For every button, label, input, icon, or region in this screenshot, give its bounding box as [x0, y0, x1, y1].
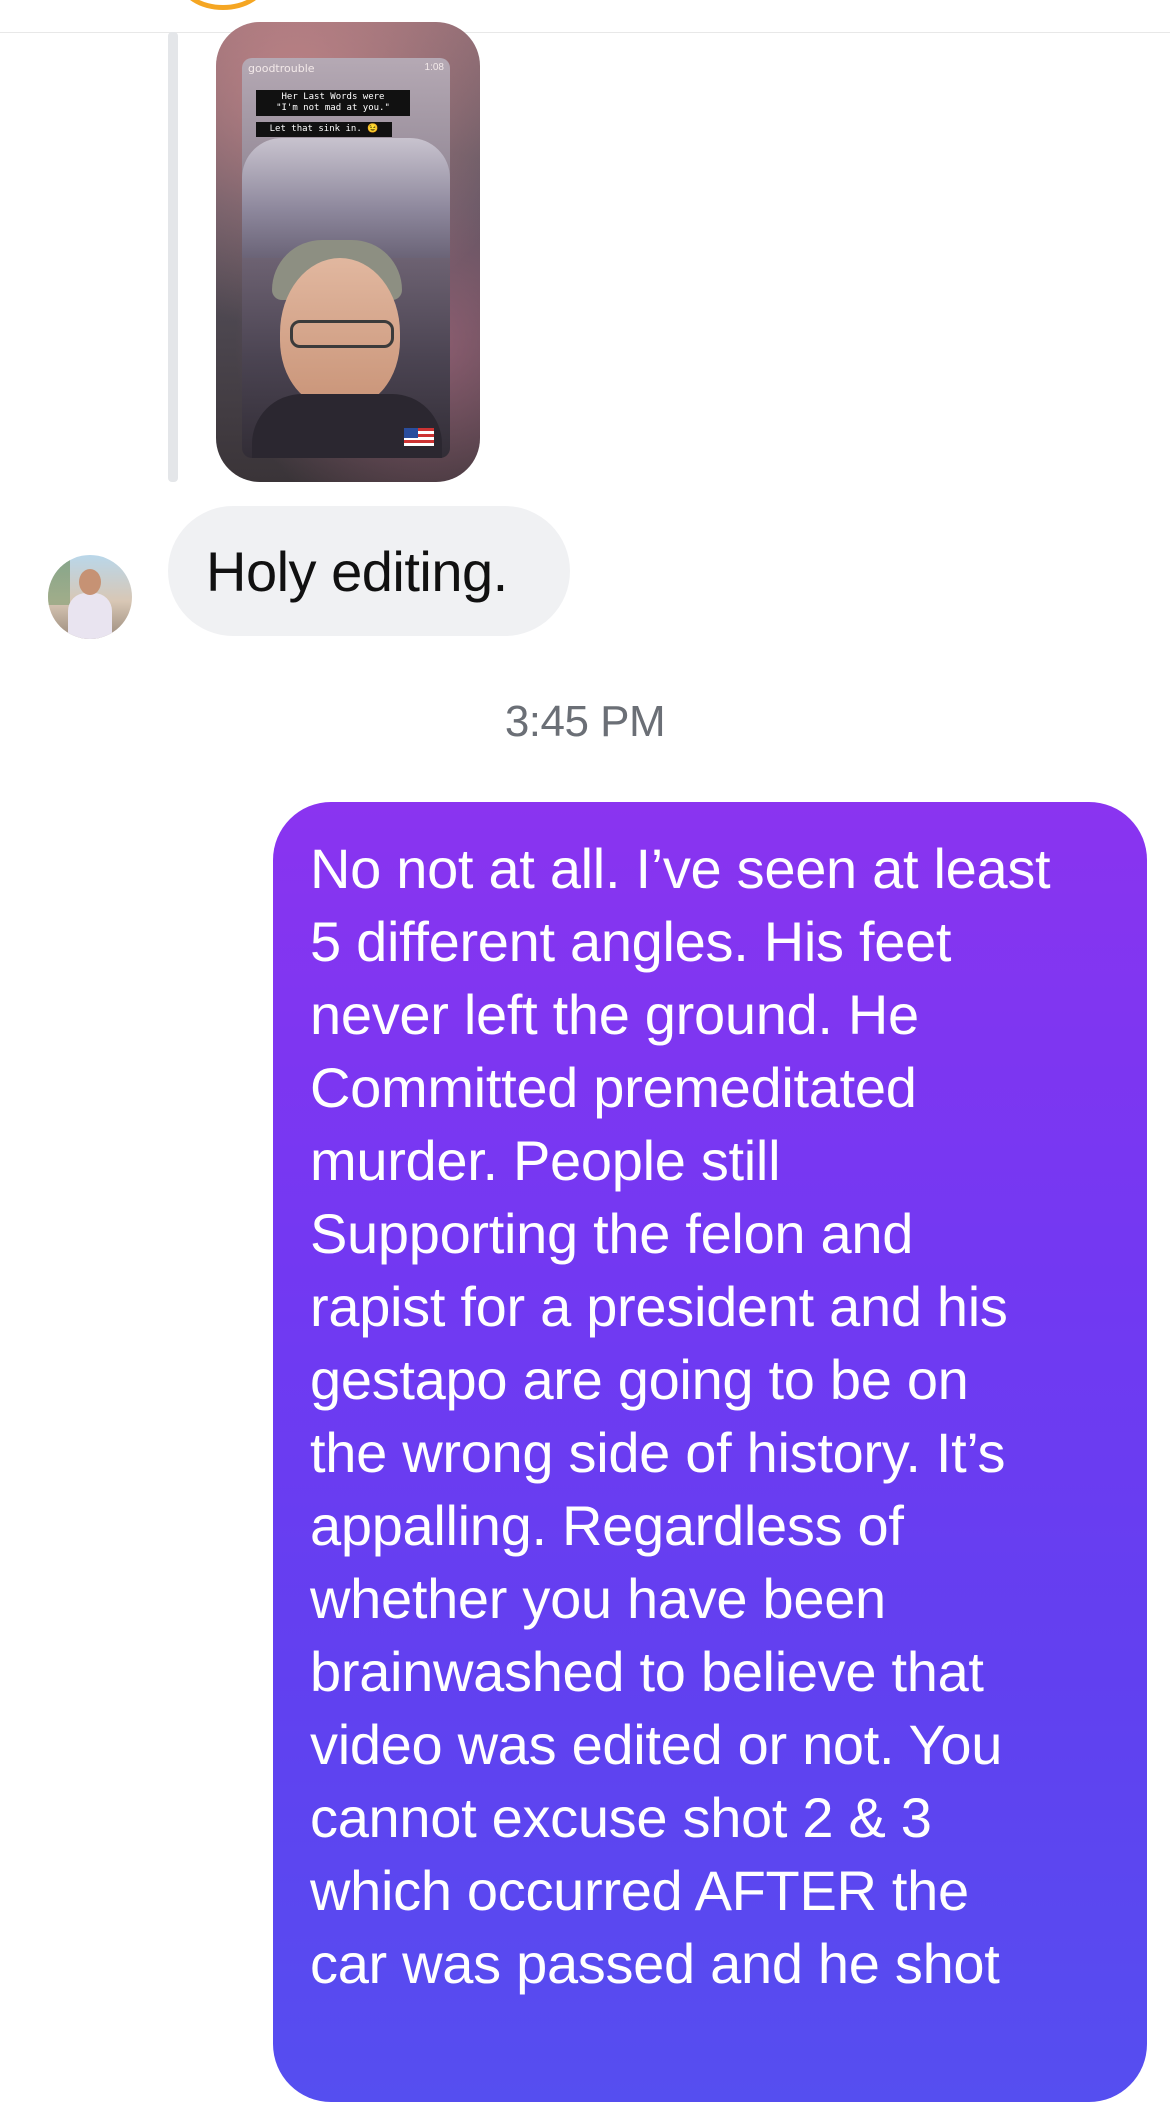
outgoing-message-line: cannot excuse shot 2 & 3 [310, 1786, 932, 1849]
outgoing-message-line: 5 different angles. His feet [310, 910, 952, 973]
story-preview-image: goodtrouble 1:08 Her Last Words were "I'… [242, 58, 450, 458]
outgoing-message-line: murder. People still [310, 1129, 781, 1192]
outgoing-message-line: car was passed and he shot [310, 1932, 1000, 1995]
outgoing-message-line: which occurred AFTER the [310, 1859, 969, 1922]
story-caption-1: Her Last Words were "I'm not mad at you.… [256, 90, 410, 116]
incoming-message-bubble[interactable]: Holy editing. [168, 506, 570, 636]
outgoing-message-line: rapist for a president and his [310, 1275, 1008, 1338]
outgoing-message-line: No not at all. I’ve seen at least [310, 837, 1051, 900]
shared-story-card[interactable]: goodtrouble 1:08 Her Last Words were "I'… [216, 22, 480, 482]
story-time: 1:08 [424, 62, 444, 73]
outgoing-message-line: never left the ground. He [310, 983, 919, 1046]
header-avatar-ring[interactable] [180, 0, 266, 10]
incoming-message-text: Holy editing. [206, 539, 508, 603]
outgoing-message-bubble[interactable]: No not at all. I’ve seen at least 5 diff… [273, 802, 1147, 2102]
message-timestamp: 3:45 PM [504, 697, 666, 746]
story-person-glasses [290, 320, 394, 348]
outgoing-message-line: brainwashed to believe that [310, 1640, 984, 1703]
avatar-palm-tree [48, 555, 70, 605]
outgoing-message-line: video was edited or not. You [310, 1713, 1003, 1776]
outgoing-message-line: whether you have been [310, 1567, 886, 1630]
story-person-body [252, 394, 442, 458]
outgoing-message-line: appalling. Regardless of [310, 1494, 904, 1557]
outgoing-message-line: Committed premeditated [310, 1056, 917, 1119]
outgoing-message-line: gestapo are going to be on [310, 1348, 969, 1411]
avatar-head [79, 569, 101, 595]
avatar-body [68, 593, 112, 639]
reply-indicator-bar [168, 32, 178, 482]
sender-avatar[interactable] [48, 555, 132, 639]
outgoing-message-line: the wrong side of history. It’s [310, 1421, 1006, 1484]
outgoing-message-line: Supporting the felon and [310, 1202, 914, 1265]
story-handle: goodtrouble [248, 62, 315, 75]
chat-header [0, 0, 1170, 33]
flag-icon [404, 428, 434, 446]
story-caption-2: Let that sink in. 😉 [256, 122, 392, 137]
